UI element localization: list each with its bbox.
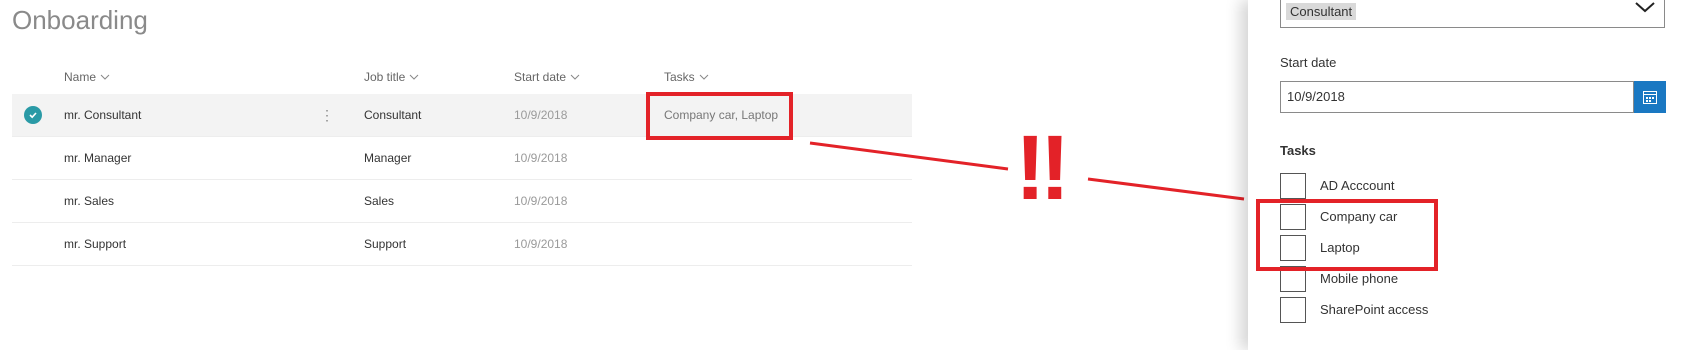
task-label: Mobile phone bbox=[1320, 271, 1399, 286]
table-row[interactable]: mr. Manager Manager 10/9/2018 bbox=[12, 137, 912, 180]
chevron-down-icon[interactable] bbox=[1634, 0, 1656, 15]
column-header-start-date[interactable]: Start date bbox=[514, 70, 580, 84]
row-start-date: 10/9/2018 bbox=[514, 194, 568, 208]
page-title: Onboarding bbox=[12, 5, 148, 35]
column-header-label: Start date bbox=[514, 70, 567, 84]
job-title-selected-value: Consultant bbox=[1286, 3, 1357, 20]
row-job-title: Support bbox=[364, 237, 407, 251]
column-header-job-title[interactable]: Job title bbox=[364, 70, 419, 84]
row-start-date: 10/9/2018 bbox=[514, 108, 568, 122]
chevron-down-icon bbox=[100, 74, 110, 80]
chevron-down-icon bbox=[570, 74, 580, 80]
column-header-name[interactable]: Name bbox=[64, 70, 110, 84]
column-header-label: Job title bbox=[364, 70, 406, 84]
column-header-tasks[interactable]: Tasks bbox=[664, 70, 709, 84]
calendar-icon bbox=[1643, 91, 1657, 104]
tasks-label: Tasks bbox=[1280, 143, 1316, 158]
row-name[interactable]: mr. Manager bbox=[64, 137, 131, 179]
task-checkbox-sharepoint-access[interactable]: SharePoint access bbox=[1280, 297, 1660, 323]
task-label: AD Acccount bbox=[1320, 178, 1395, 193]
column-header-label: Name bbox=[64, 70, 97, 84]
onboarding-list: Name Job title Start date Tasks mr. Cons… bbox=[12, 60, 912, 266]
unchecked-tasks-highlight-box bbox=[1256, 199, 1438, 271]
more-options-icon[interactable]: ⋮ bbox=[320, 94, 334, 136]
row-job-title: Consultant bbox=[364, 108, 422, 122]
row-job-title: Sales bbox=[364, 194, 395, 208]
row-start-date: 10/9/2018 bbox=[514, 237, 568, 251]
edit-panel: Consultant Start date 10/9/2018 Tasks AD… bbox=[1248, 0, 1681, 350]
table-row[interactable]: mr. Sales Sales 10/9/2018 bbox=[12, 180, 912, 223]
row-name[interactable]: mr. Consultant bbox=[64, 94, 141, 136]
row-selected-check-icon[interactable] bbox=[24, 106, 42, 124]
row-job-title: Manager bbox=[364, 151, 412, 165]
calendar-button[interactable] bbox=[1634, 81, 1666, 113]
task-label: SharePoint access bbox=[1320, 302, 1429, 317]
start-date-field[interactable]: 10/9/2018 bbox=[1280, 81, 1634, 113]
column-header-label: Tasks bbox=[664, 70, 695, 84]
row-name[interactable]: mr. Support bbox=[64, 223, 126, 265]
annotation-line-right bbox=[1087, 177, 1245, 201]
job-title-dropdown[interactable]: Consultant bbox=[1280, 0, 1665, 28]
table-row[interactable]: mr. Support Support 10/9/2018 bbox=[12, 223, 912, 266]
chevron-down-icon bbox=[699, 74, 709, 80]
list-header: Name Job title Start date Tasks bbox=[12, 60, 912, 94]
row-start-date: 10/9/2018 bbox=[514, 151, 568, 165]
start-date-label: Start date bbox=[1280, 55, 1337, 70]
row-name[interactable]: mr. Sales bbox=[64, 180, 114, 222]
task-checkbox-ad-account[interactable]: AD Acccount bbox=[1280, 173, 1660, 199]
tasks-highlight-box bbox=[646, 92, 793, 140]
exclamation-annotation: !! bbox=[1015, 117, 1070, 219]
checkbox[interactable] bbox=[1280, 173, 1306, 199]
checkbox[interactable] bbox=[1280, 297, 1306, 323]
chevron-down-icon bbox=[410, 74, 419, 80]
